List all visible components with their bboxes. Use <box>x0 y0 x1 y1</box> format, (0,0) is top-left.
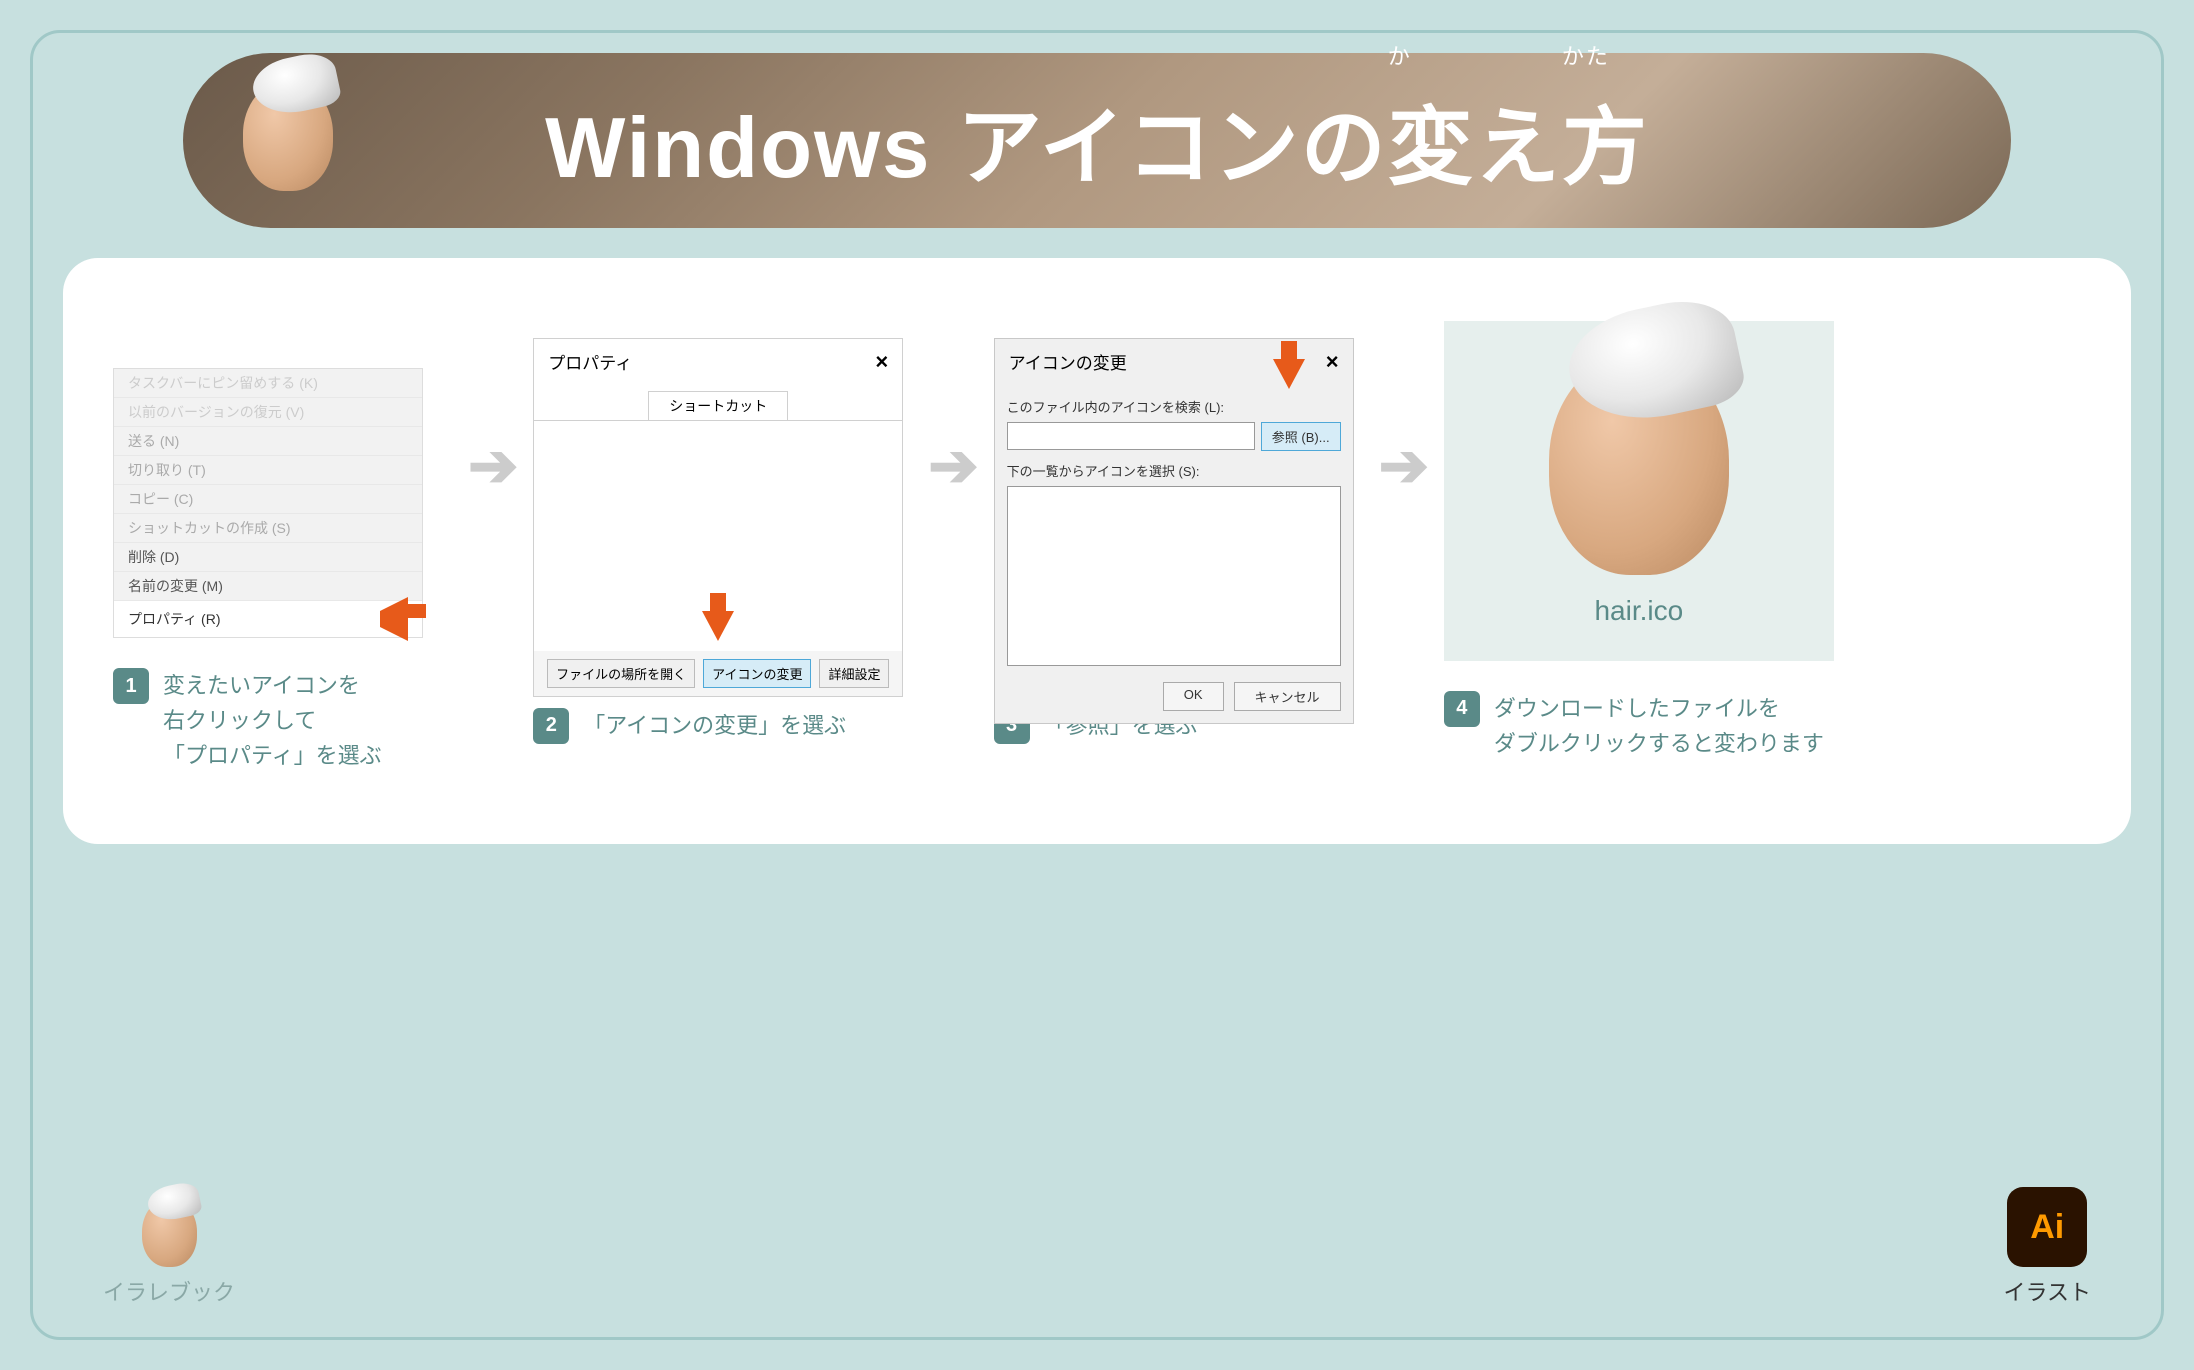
menu-item[interactable]: 切り取り (T) <box>114 456 422 485</box>
context-menu: タスクバーにピン留めする (K) 以前のバージョンの復元 (V) 送る (N) … <box>113 368 423 638</box>
footer-left-label: イラレブック <box>103 1275 235 1307</box>
dialog-title: アイコンの変更 <box>1009 349 1127 375</box>
open-location-button[interactable]: ファイルの場所を開く <box>547 659 695 688</box>
step-number: 4 <box>1444 691 1480 727</box>
footer-left: イラレブック <box>103 1199 235 1307</box>
ok-cancel-row: OK キャンセル <box>1007 676 1341 711</box>
arrow-right-icon: ➔ <box>928 431 978 501</box>
close-icon[interactable]: × <box>875 349 888 375</box>
close-icon[interactable]: × <box>1326 349 1339 375</box>
step-3-visual: アイコンの変更 × このファイル内のアイコンを検索 (L): 参照 (B)...… <box>994 338 1354 678</box>
step-1-visual: タスクバーにピン留めする (K) 以前のバージョンの復元 (V) 送る (N) … <box>113 308 423 638</box>
cancel-button[interactable]: キャンセル <box>1234 682 1341 711</box>
step-4: hair.ico 4 ダウンロードしたファイルを ダブルクリックすると変わります <box>1444 321 1844 761</box>
dialog-titlebar: プロパティ × <box>534 339 902 385</box>
ruby-ka: か <box>1388 39 1412 71</box>
arrow-down-icon <box>702 611 734 641</box>
page-title: Windows アイコンのか変えかた方 <box>545 79 1649 202</box>
dialog-body <box>534 421 902 651</box>
icon-path-input[interactable] <box>1007 422 1255 450</box>
menu-item[interactable]: 送る (N) <box>114 427 422 456</box>
advanced-button[interactable]: 詳細設定 <box>819 659 889 688</box>
hair-icon <box>1549 355 1729 575</box>
step-4-visual: hair.ico <box>1444 321 1834 661</box>
dialog-title: プロパティ <box>548 349 632 375</box>
step-4-text: ダウンロードしたファイルを ダブルクリックすると変わります <box>1494 691 1824 761</box>
change-icon-button[interactable]: アイコンの変更 <box>703 659 811 688</box>
step-2-caption: 2 「アイコンの変更」を選ぶ <box>533 708 846 744</box>
icon-list[interactable] <box>1007 486 1341 666</box>
illustrator-icon: Ai <box>2007 1187 2087 1267</box>
result-filename: hair.ico <box>1594 595 1683 627</box>
title-char-2: 方 <box>1562 101 1649 196</box>
arrow-down-icon <box>1273 359 1305 389</box>
result-preview: hair.ico <box>1444 321 1834 661</box>
step-1: タスクバーにピン留めする (K) 以前のバージョンの復元 (V) 送る (N) … <box>113 308 453 774</box>
header-banner: Windows アイコンのか変えかた方 <box>183 53 2011 228</box>
menu-item-properties[interactable]: プロパティ (R) <box>114 601 422 637</box>
dialog-body: このファイル内のアイコンを検索 (L): 参照 (B)... 下の一覧からアイコ… <box>995 385 1353 723</box>
step-number: 2 <box>533 708 569 744</box>
arrow-right-icon: ➔ <box>1379 431 1429 501</box>
properties-dialog: プロパティ × ショートカット ファイルの場所を開く アイコンの変更 詳細 <box>533 338 903 697</box>
step-1-text: 変えたいアイコンを 右クリックして 「プロパティ」を選ぶ <box>163 668 382 774</box>
content-panel: タスクバーにピン留めする (K) 以前のバージョンの復元 (V) 送る (N) … <box>63 258 2131 844</box>
menu-item[interactable]: ショットカットの作成 (S) <box>114 514 422 543</box>
steps-row: タスクバーにピン留めする (K) 以前のバージョンの復元 (V) 送る (N) … <box>113 308 2081 774</box>
ruby-kata: かた <box>1562 39 1610 71</box>
browse-button[interactable]: 参照 (B)... <box>1261 422 1341 451</box>
step-2-text: 「アイコンの変更」を選ぶ <box>583 708 846 743</box>
select-label: 下の一覧からアイコンを選択 (S): <box>1007 461 1341 480</box>
step-3: アイコンの変更 × このファイル内のアイコンを検索 (L): 参照 (B)...… <box>994 338 1364 744</box>
arrow-right-icon: ➔ <box>468 431 518 501</box>
menu-item[interactable]: タスクバーにピン留めする (K) <box>114 369 422 398</box>
step-2-visual: プロパティ × ショートカット ファイルの場所を開く アイコンの変更 詳細 <box>533 338 903 678</box>
properties-label: プロパティ (R) <box>128 609 220 629</box>
title-char-1: 変 <box>1388 101 1475 196</box>
change-icon-dialog: アイコンの変更 × このファイル内のアイコンを検索 (L): 参照 (B)...… <box>994 338 1354 724</box>
step-2: プロパティ × ショートカット ファイルの場所を開く アイコンの変更 詳細 <box>533 338 913 744</box>
footer-right: Ai イラスト <box>2003 1187 2091 1307</box>
tab-bar: ショートカット <box>534 385 902 421</box>
hair-icon <box>142 1199 197 1267</box>
hair-icon <box>243 81 363 201</box>
title-mid: え <box>1475 101 1562 196</box>
footer-right-label: イラスト <box>2003 1275 2091 1307</box>
search-label: このファイル内のアイコンを検索 (L): <box>1007 397 1341 416</box>
step-4-caption: 4 ダウンロードしたファイルを ダブルクリックすると変わります <box>1444 691 1824 761</box>
step-1-caption: 1 変えたいアイコンを 右クリックして 「プロパティ」を選ぶ <box>113 668 382 774</box>
menu-item[interactable]: 名前の変更 (M) <box>114 572 422 601</box>
arrow-left-icon <box>380 611 408 627</box>
search-row: 参照 (B)... <box>1007 422 1341 451</box>
tab-shortcut[interactable]: ショートカット <box>648 391 788 420</box>
menu-item[interactable]: 削除 (D) <box>114 543 422 572</box>
dialog-buttons: ファイルの場所を開く アイコンの変更 詳細設定 <box>534 651 902 696</box>
ok-button[interactable]: OK <box>1163 682 1224 711</box>
page-frame: Windows アイコンのか変えかた方 タスクバーにピン留めする (K) 以前の… <box>30 30 2164 1340</box>
title-prefix: Windows アイコンの <box>545 101 1388 196</box>
step-number: 1 <box>113 668 149 704</box>
menu-item[interactable]: コピー (C) <box>114 485 422 514</box>
menu-item[interactable]: 以前のバージョンの復元 (V) <box>114 398 422 427</box>
